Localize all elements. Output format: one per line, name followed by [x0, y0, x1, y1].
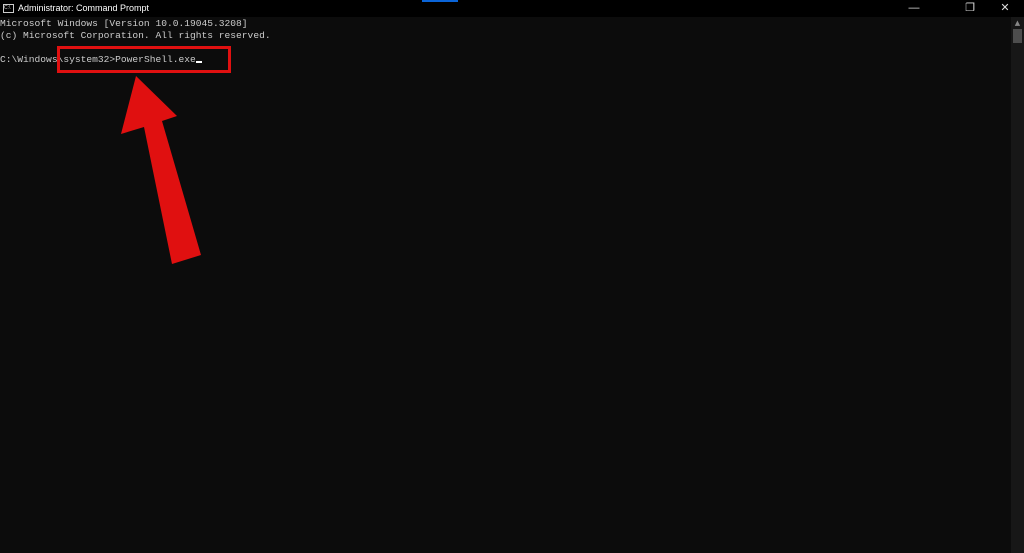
red-arrow-icon: [121, 76, 201, 264]
